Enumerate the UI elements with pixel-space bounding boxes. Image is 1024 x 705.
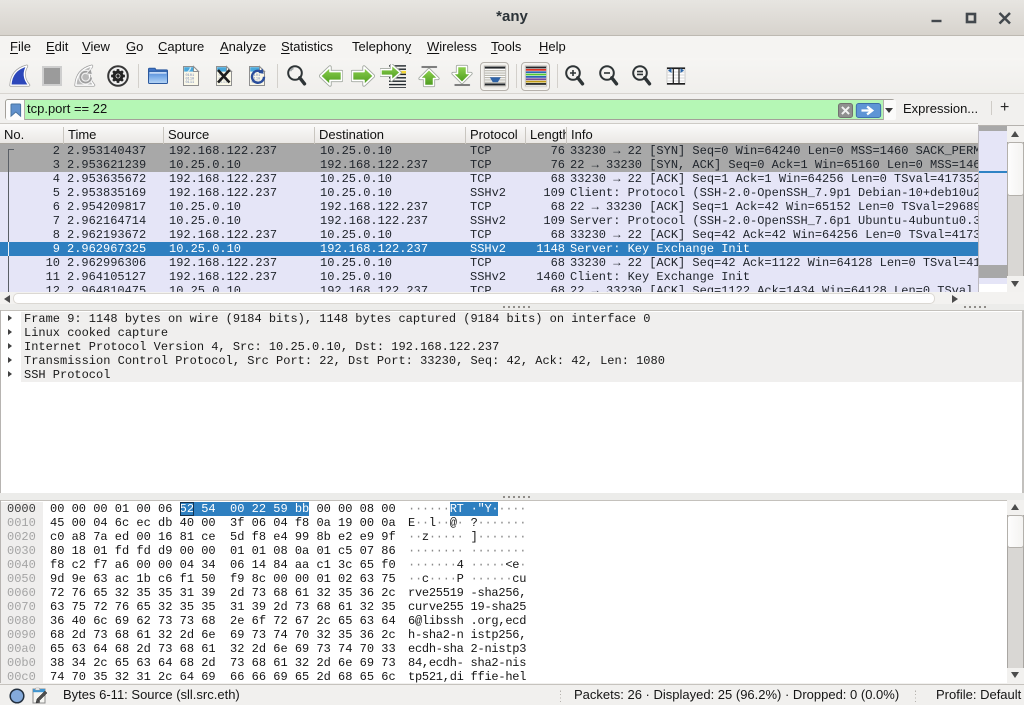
svg-text:0111: 0111 xyxy=(186,81,195,85)
